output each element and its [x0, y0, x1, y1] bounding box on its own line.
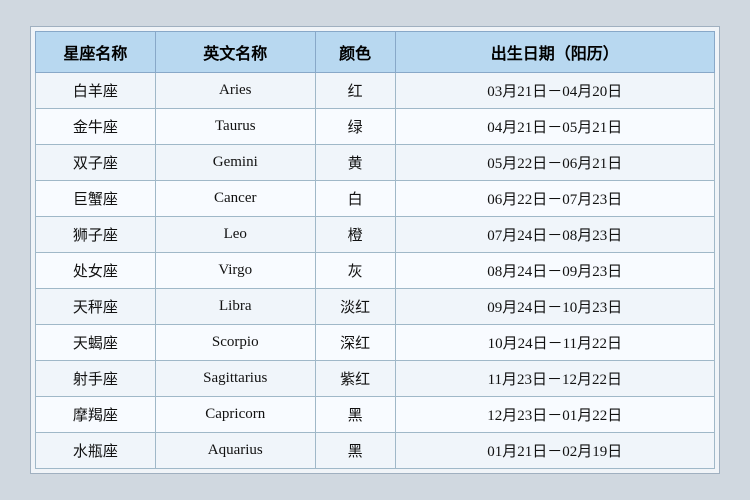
cell-date: 08月24日－09月23日: [395, 253, 714, 289]
cell-en: Aries: [155, 73, 315, 109]
table-header-row: 星座名称 英文名称 颜色 出生日期（阳历）: [36, 32, 715, 73]
zodiac-table: 星座名称 英文名称 颜色 出生日期（阳历） 白羊座Aries红03月21日－04…: [35, 31, 715, 469]
cell-date: 01月21日－02月19日: [395, 433, 714, 469]
cell-color: 黄: [315, 145, 395, 181]
cell-zh: 金牛座: [36, 109, 156, 145]
cell-zh: 狮子座: [36, 217, 156, 253]
cell-color: 深红: [315, 325, 395, 361]
cell-color: 黑: [315, 397, 395, 433]
cell-en: Gemini: [155, 145, 315, 181]
cell-date: 11月23日－12月22日: [395, 361, 714, 397]
table-row: 天秤座Libra淡红09月24日－10月23日: [36, 289, 715, 325]
cell-zh: 白羊座: [36, 73, 156, 109]
header-color: 颜色: [315, 32, 395, 73]
cell-en: Capricorn: [155, 397, 315, 433]
cell-en: Scorpio: [155, 325, 315, 361]
cell-en: Libra: [155, 289, 315, 325]
cell-date: 12月23日－01月22日: [395, 397, 714, 433]
cell-color: 紫红: [315, 361, 395, 397]
cell-en: Virgo: [155, 253, 315, 289]
cell-en: Leo: [155, 217, 315, 253]
cell-color: 灰: [315, 253, 395, 289]
header-en: 英文名称: [155, 32, 315, 73]
cell-zh: 处女座: [36, 253, 156, 289]
table-row: 双子座Gemini黄05月22日－06月21日: [36, 145, 715, 181]
cell-en: Taurus: [155, 109, 315, 145]
cell-color: 绿: [315, 109, 395, 145]
table-row: 白羊座Aries红03月21日－04月20日: [36, 73, 715, 109]
table-row: 摩羯座Capricorn黑12月23日－01月22日: [36, 397, 715, 433]
table-row: 处女座Virgo灰08月24日－09月23日: [36, 253, 715, 289]
cell-zh: 摩羯座: [36, 397, 156, 433]
header-date: 出生日期（阳历）: [395, 32, 714, 73]
cell-date: 06月22日－07月23日: [395, 181, 714, 217]
cell-date: 03月21日－04月20日: [395, 73, 714, 109]
cell-zh: 射手座: [36, 361, 156, 397]
table-row: 狮子座Leo橙07月24日－08月23日: [36, 217, 715, 253]
cell-color: 黑: [315, 433, 395, 469]
cell-date: 09月24日－10月23日: [395, 289, 714, 325]
cell-date: 04月21日－05月21日: [395, 109, 714, 145]
cell-color: 橙: [315, 217, 395, 253]
cell-zh: 天秤座: [36, 289, 156, 325]
table-row: 巨蟹座Cancer白06月22日－07月23日: [36, 181, 715, 217]
table-row: 射手座Sagittarius紫红11月23日－12月22日: [36, 361, 715, 397]
table-row: 金牛座Taurus绿04月21日－05月21日: [36, 109, 715, 145]
cell-date: 07月24日－08月23日: [395, 217, 714, 253]
table-row: 天蝎座Scorpio深红10月24日－11月22日: [36, 325, 715, 361]
cell-date: 05月22日－06月21日: [395, 145, 714, 181]
header-zh: 星座名称: [36, 32, 156, 73]
cell-color: 淡红: [315, 289, 395, 325]
cell-zh: 双子座: [36, 145, 156, 181]
cell-date: 10月24日－11月22日: [395, 325, 714, 361]
cell-zh: 天蝎座: [36, 325, 156, 361]
cell-color: 红: [315, 73, 395, 109]
cell-zh: 巨蟹座: [36, 181, 156, 217]
zodiac-table-container: 星座名称 英文名称 颜色 出生日期（阳历） 白羊座Aries红03月21日－04…: [30, 26, 720, 474]
cell-en: Cancer: [155, 181, 315, 217]
cell-en: Aquarius: [155, 433, 315, 469]
table-row: 水瓶座Aquarius黑01月21日－02月19日: [36, 433, 715, 469]
cell-zh: 水瓶座: [36, 433, 156, 469]
cell-en: Sagittarius: [155, 361, 315, 397]
cell-color: 白: [315, 181, 395, 217]
